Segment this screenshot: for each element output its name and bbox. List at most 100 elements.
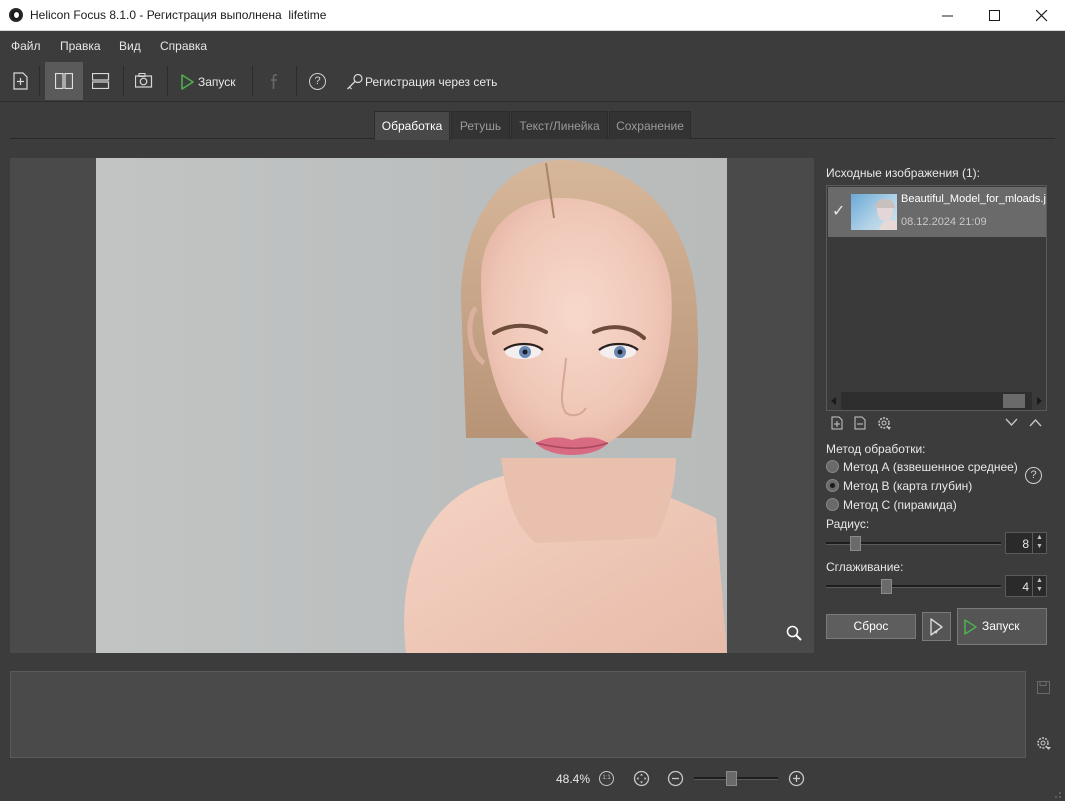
zoom-level: 48.4% xyxy=(556,772,591,786)
zoom-slider-thumb[interactable] xyxy=(726,771,737,786)
run-button-label: Запуск xyxy=(982,619,1020,633)
one-to-one-button[interactable]: 1:1 xyxy=(599,771,614,786)
menu-help[interactable]: Справка xyxy=(160,39,207,53)
source-images-list[interactable]: ✓ Beautiful_Model_for_mloads.jpg 08.12.2… xyxy=(826,185,1047,411)
run-options-button[interactable] xyxy=(922,612,951,641)
camera-icon xyxy=(135,73,153,88)
settings-icon[interactable] xyxy=(877,416,893,431)
reset-button[interactable]: Сброс xyxy=(826,614,916,639)
smoothing-slider-thumb[interactable] xyxy=(881,579,892,594)
method-a-radio[interactable] xyxy=(826,460,839,473)
list-item[interactable]: ✓ Beautiful_Model_for_mloads.jpg 08.12.2… xyxy=(828,187,1046,237)
method-help-icon[interactable]: ? xyxy=(1025,467,1042,484)
scroll-left-button[interactable] xyxy=(827,392,841,410)
register-online-label: Регистрация через сеть xyxy=(365,75,498,89)
log-settings-icon[interactable] xyxy=(1036,736,1053,751)
toolbar-separator xyxy=(296,66,297,96)
register-online-button[interactable]: Регистрация через сеть xyxy=(340,62,500,100)
method-b-label[interactable]: Метод В (карта глубин) xyxy=(843,479,972,493)
new-project-icon xyxy=(13,72,28,90)
smoothing-slider[interactable] xyxy=(826,585,1001,588)
menu-file[interactable]: Файл xyxy=(11,39,41,53)
portrait-illustration xyxy=(404,159,727,653)
portrait-thumbnail-illustration xyxy=(875,199,897,230)
run-toolbar-label: Запуск xyxy=(198,75,236,89)
play-icon xyxy=(964,619,977,635)
menu-view[interactable]: Вид xyxy=(119,39,141,53)
remove-file-icon[interactable] xyxy=(854,416,866,430)
preview-image xyxy=(96,158,727,653)
scrollbar-thumb[interactable] xyxy=(1003,394,1025,408)
close-icon xyxy=(1036,10,1048,22)
close-window-button[interactable] xyxy=(1019,0,1065,31)
camera-button[interactable] xyxy=(128,62,160,100)
tab-processing[interactable]: Обработка xyxy=(374,111,450,140)
arrow-left-icon xyxy=(831,397,836,405)
facebook-button[interactable] xyxy=(262,62,288,100)
method-label: Метод обработки: xyxy=(826,442,926,456)
source-file-name: Beautiful_Model_for_mloads.jpg xyxy=(901,193,1046,205)
radius-value: 8 xyxy=(1022,537,1029,551)
zoom-in-icon[interactable] xyxy=(788,770,805,787)
run-toolbar-button[interactable]: Запуск xyxy=(174,62,244,100)
menu-edit[interactable]: Правка xyxy=(60,39,101,53)
radius-spinbox[interactable]: 8 ▲ ▼ xyxy=(1005,532,1047,554)
save-log-icon[interactable] xyxy=(1037,681,1050,694)
side-by-side-view-button[interactable] xyxy=(45,62,83,100)
maximize-button[interactable] xyxy=(972,0,1018,31)
smoothing-spinbox[interactable]: 4 ▲ ▼ xyxy=(1005,575,1047,597)
stacked-view-icon xyxy=(92,73,110,89)
smoothing-label: Сглаживание: xyxy=(826,560,904,574)
toolbar: Запуск ? Регистрация через сеть xyxy=(0,60,1065,102)
resize-grip-icon[interactable] xyxy=(1050,787,1062,799)
radius-slider-thumb[interactable] xyxy=(850,536,861,551)
menu-bar: Файл Правка Вид Справка xyxy=(0,31,1065,60)
log-panel[interactable] xyxy=(10,671,1026,758)
arrow-right-icon xyxy=(1037,397,1042,405)
chevron-down-icon[interactable] xyxy=(1005,418,1018,427)
facebook-icon xyxy=(271,74,277,89)
new-project-button[interactable] xyxy=(5,62,35,100)
minimize-icon xyxy=(942,15,953,17)
scroll-right-button[interactable] xyxy=(1032,392,1046,410)
tab-saving[interactable]: Сохранение xyxy=(609,111,691,139)
toolbar-separator xyxy=(39,66,40,96)
help-button[interactable]: ? xyxy=(304,62,332,100)
tab-retouch[interactable]: Ретушь xyxy=(451,111,510,139)
spin-arrows-icon[interactable]: ▲ ▼ xyxy=(1032,533,1046,553)
toolbar-separator xyxy=(123,66,124,96)
image-viewer[interactable] xyxy=(10,158,814,653)
title-bar: Helicon Focus 8.1.0 - Регистрация выполн… xyxy=(0,0,1065,31)
fit-icon[interactable] xyxy=(633,770,650,787)
method-c-label[interactable]: Метод С (пирамида) xyxy=(843,498,957,512)
method-b-radio[interactable] xyxy=(826,479,839,492)
sources-header: Исходные изображения (1): xyxy=(826,166,980,180)
window-title: Helicon Focus 8.1.0 - Регистрация выполн… xyxy=(30,8,327,22)
horizontal-scrollbar[interactable] xyxy=(827,392,1046,410)
help-icon: ? xyxy=(309,73,326,90)
run-button[interactable]: Запуск xyxy=(957,608,1047,645)
checkmark-icon[interactable]: ✓ xyxy=(832,201,845,221)
image-thumbnail xyxy=(851,194,897,230)
tab-text-ruler[interactable]: Текст/Линейка xyxy=(511,111,608,139)
toolbar-separator xyxy=(252,66,253,96)
method-c-radio[interactable] xyxy=(826,498,839,511)
source-file-date: 08.12.2024 21:09 xyxy=(901,216,987,228)
method-a-label[interactable]: Метод А (взвешенное среднее) xyxy=(843,460,1018,474)
smoothing-value: 4 xyxy=(1022,580,1029,594)
app-logo-icon xyxy=(9,8,23,22)
spin-arrows-icon[interactable]: ▲ ▼ xyxy=(1032,576,1046,596)
add-file-icon[interactable] xyxy=(831,416,843,430)
zoom-out-icon[interactable] xyxy=(667,770,684,787)
toolbar-separator xyxy=(167,66,168,96)
chevron-up-icon[interactable] xyxy=(1029,418,1042,427)
key-icon xyxy=(347,73,363,90)
radius-label: Радиус: xyxy=(826,517,870,531)
play-dropdown-icon xyxy=(930,618,943,636)
stacked-view-button[interactable] xyxy=(84,62,118,100)
minimize-button[interactable] xyxy=(925,0,971,31)
magnifier-icon[interactable] xyxy=(786,625,802,641)
side-by-side-view-icon xyxy=(55,73,73,89)
maximize-icon xyxy=(989,10,1000,21)
play-icon xyxy=(181,74,194,90)
